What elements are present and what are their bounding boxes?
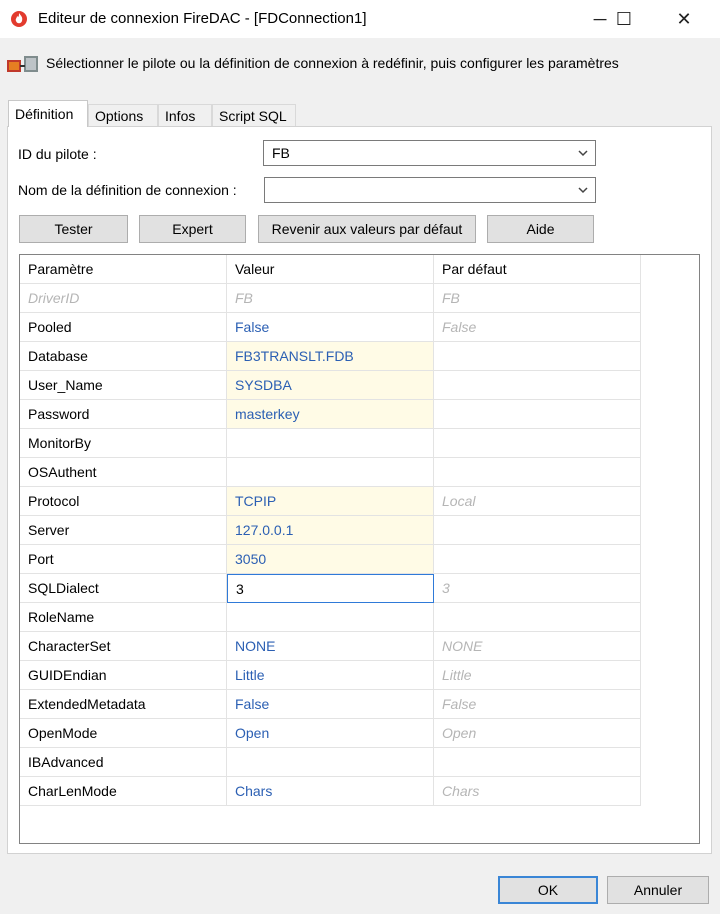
param-default-cell: 3 (434, 573, 641, 603)
param-name-cell: RoleName (20, 602, 227, 632)
firedac-app-icon (11, 11, 27, 27)
param-default-cell: Little (434, 660, 641, 690)
driver-id-value: FB (272, 145, 290, 161)
param-value-editor[interactable]: 3 (227, 573, 434, 603)
param-value-cell[interactable]: FB3TRANSLT.FDB (227, 341, 434, 371)
param-value-cell[interactable]: False (227, 312, 434, 342)
param-name-cell: Port (20, 544, 227, 574)
definition-panel: ID du pilote : FB Nom de la définition d… (7, 126, 712, 854)
header-value: Valeur (227, 255, 434, 284)
param-default-cell: FB (434, 283, 641, 313)
connection-def-label: Nom de la définition de connexion : (18, 182, 237, 198)
param-value-cell[interactable]: masterkey (227, 399, 434, 429)
param-default-cell (434, 457, 641, 487)
reset-defaults-button[interactable]: Revenir aux valeurs par défaut (258, 215, 476, 243)
param-default-cell (434, 370, 641, 400)
param-name-cell: SQLDialect (20, 573, 227, 603)
header-default: Par défaut (434, 255, 641, 284)
param-default-cell (434, 747, 641, 777)
param-default-cell: False (434, 689, 641, 719)
connection-wizard-icon (7, 56, 38, 72)
cancel-button[interactable]: Annuler (607, 876, 709, 904)
param-name-cell: MonitorBy (20, 428, 227, 458)
header-parameter: Paramètre (20, 255, 227, 284)
param-value-cell[interactable] (227, 457, 434, 487)
param-value-cell[interactable]: Chars (227, 776, 434, 806)
param-default-cell: NONE (434, 631, 641, 661)
param-value-cell[interactable]: SYSDBA (227, 370, 434, 400)
maximize-button[interactable]: ☐ (600, 0, 648, 38)
param-value-cell[interactable]: Little (227, 660, 434, 690)
connection-def-combo[interactable] (264, 177, 596, 203)
param-value-cell[interactable]: FB (227, 283, 434, 313)
param-name-cell: Protocol (20, 486, 227, 516)
chevron-down-icon (578, 187, 588, 194)
param-default-cell (434, 341, 641, 371)
param-value-cell[interactable]: TCPIP (227, 486, 434, 516)
param-default-cell: Local (434, 486, 641, 516)
param-name-cell: Server (20, 515, 227, 545)
param-default-cell (434, 428, 641, 458)
instruction-banner: Sélectionner le pilote ou la définition … (0, 38, 720, 90)
parameters-grid: Paramètre Valeur Par défaut DriverID FB FB… (19, 254, 700, 844)
tab-script-sql[interactable]: Script SQL (212, 104, 296, 126)
close-button[interactable]: ✕ (660, 0, 708, 38)
param-name-cell: GUIDEndian (20, 660, 227, 690)
driver-id-combo[interactable]: FB (263, 140, 596, 166)
tab-infos[interactable]: Infos (158, 104, 212, 126)
param-default-cell: False (434, 312, 641, 342)
param-name-cell: CharLenMode (20, 776, 227, 806)
help-button[interactable]: Aide (487, 215, 594, 243)
param-default-cell: Chars (434, 776, 641, 806)
param-value-cell[interactable] (227, 428, 434, 458)
param-default-cell (434, 515, 641, 545)
param-name-cell: IBAdvanced (20, 747, 227, 777)
param-value-cell[interactable]: NONE (227, 631, 434, 661)
param-name-cell: User_Name (20, 370, 227, 400)
param-name-cell: Database (20, 341, 227, 371)
param-value-cell[interactable]: 127.0.0.1 (227, 515, 434, 545)
param-name-cell: Password (20, 399, 227, 429)
param-default-cell: Open (434, 718, 641, 748)
title-bar: Editeur de connexion FireDAC - [FDConnec… (0, 0, 720, 38)
param-name-cell: ExtendedMetadata (20, 689, 227, 719)
expert-button[interactable]: Expert (139, 215, 246, 243)
param-value-cell[interactable]: False (227, 689, 434, 719)
param-name-cell: OpenMode (20, 718, 227, 748)
tab-options[interactable]: Options (88, 104, 158, 126)
param-default-cell (434, 602, 641, 632)
param-default-cell (434, 399, 641, 429)
param-name-cell: CharacterSet (20, 631, 227, 661)
param-name-cell: OSAuthent (20, 457, 227, 487)
param-value-cell[interactable]: Open (227, 718, 434, 748)
param-name-cell: Pooled (20, 312, 227, 342)
window-title: Editeur de connexion FireDAC - [FDConnec… (38, 10, 367, 27)
param-value-cell[interactable] (227, 602, 434, 632)
param-value-cell[interactable]: 3050 (227, 544, 434, 574)
test-button[interactable]: Tester (19, 215, 128, 243)
chevron-down-icon (578, 150, 588, 157)
param-default-cell (434, 544, 641, 574)
param-value-cell[interactable] (227, 747, 434, 777)
driver-id-label: ID du pilote : (18, 146, 97, 162)
param-name-cell: DriverID (20, 283, 227, 313)
tab-definition[interactable]: Définition (8, 100, 88, 127)
banner-text: Sélectionner le pilote ou la définition … (46, 55, 619, 71)
ok-button[interactable]: OK (498, 876, 598, 904)
